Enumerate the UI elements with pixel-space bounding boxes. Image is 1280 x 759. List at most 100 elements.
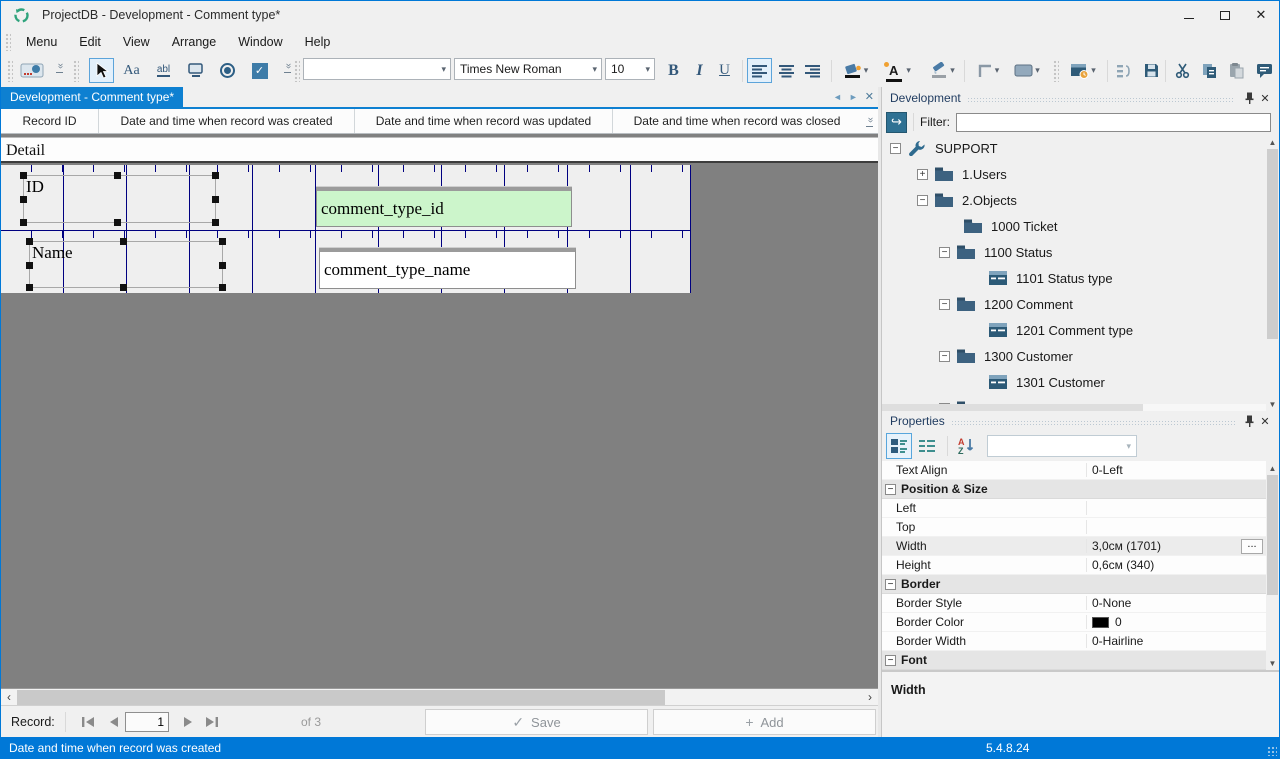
selection-handle[interactable]	[20, 172, 27, 179]
column-header-record-id[interactable]: Record ID	[1, 109, 99, 133]
close-panel-icon[interactable]: ✕	[1257, 413, 1273, 429]
underline-button[interactable]: U	[712, 58, 737, 83]
collapse-icon[interactable]: −	[885, 578, 896, 590]
selection-handle[interactable]	[120, 238, 127, 245]
tree-item-customer[interactable]: 1301 Customer	[882, 369, 1279, 395]
align-left-button[interactable]	[747, 58, 772, 83]
collapse-icon[interactable]: −	[939, 298, 950, 310]
font-family-combobox[interactable]: Times New Roman ▾	[454, 58, 602, 80]
selection-handle[interactable]	[20, 219, 27, 226]
design-surface[interactable]: Detail ID comment_type_id Name comment_t…	[1, 134, 878, 688]
cut-button[interactable]	[1170, 58, 1195, 83]
menu-grip[interactable]	[5, 33, 11, 51]
tab-development-comment-type[interactable]: Development - Comment type*	[1, 87, 184, 107]
scroll-down-icon[interactable]: ▼	[1266, 397, 1279, 411]
collapse-icon[interactable]: −	[939, 246, 950, 258]
property-category-position-size[interactable]: − Position & Size	[882, 480, 1279, 499]
property-row-left[interactable]: Left	[882, 499, 1279, 518]
expand-icon[interactable]: +	[917, 168, 928, 180]
toolbar-grip[interactable]	[294, 60, 300, 82]
scroll-up-icon[interactable]: ▲	[1266, 461, 1279, 475]
list-view-button[interactable]	[914, 433, 940, 459]
previous-record-button[interactable]	[103, 711, 125, 733]
toolbar-grip[interactable]	[7, 60, 13, 82]
collapse-icon[interactable]: −	[885, 483, 896, 495]
categorized-view-button[interactable]	[886, 433, 912, 459]
property-row-text-align[interactable]: Text Align 0-Left	[882, 461, 1279, 480]
menu-item-help[interactable]: Help	[294, 29, 342, 55]
property-object-combobox[interactable]: ▾	[987, 435, 1137, 457]
filter-input[interactable]	[956, 112, 1271, 132]
italic-button[interactable]: I	[687, 58, 712, 83]
save-record-button[interactable]: ✓ Save	[425, 709, 648, 735]
fill-color-button[interactable]: ▾	[837, 58, 875, 83]
sort-alphabetical-button[interactable]: A Z	[953, 433, 979, 459]
align-right-button[interactable]	[800, 58, 825, 83]
tree-scrollbar[interactable]: ▲ ▼	[1266, 135, 1279, 411]
button-tool-button[interactable]	[183, 58, 208, 83]
collapse-icon[interactable]: −	[885, 654, 896, 666]
comment-type-id-field[interactable]: comment_type_id	[316, 187, 572, 227]
menu-item-arrange[interactable]: Arrange	[161, 29, 227, 55]
name-label[interactable]: Name	[26, 238, 226, 291]
design-grid[interactable]: ID comment_type_id Name comment_type_nam…	[1, 165, 691, 293]
structure-view-button[interactable]	[1111, 58, 1136, 83]
menu-item-window[interactable]: Window	[227, 29, 293, 55]
toolbar-overflow-chevron-icon[interactable]: »	[281, 62, 294, 73]
id-label[interactable]: ID	[20, 172, 219, 226]
column-header-closed[interactable]: Date and time when record was closed	[613, 109, 861, 133]
property-row-border-width[interactable]: Border Width 0-Hairline	[882, 632, 1279, 651]
toolbar-grip[interactable]	[73, 60, 79, 82]
checkbox-tool-button[interactable]: ✓	[247, 58, 272, 83]
tree-item-comment[interactable]: − 1200 Comment	[882, 291, 1279, 317]
tree-item-status[interactable]: − 1100 Status	[882, 239, 1279, 265]
maximize-button[interactable]	[1207, 1, 1243, 29]
pin-icon[interactable]	[1241, 90, 1257, 106]
copy-button[interactable]	[1197, 58, 1222, 83]
tree-item-users[interactable]: + 1.Users	[882, 161, 1279, 187]
insert-image-button[interactable]	[19, 58, 45, 83]
selection-handle[interactable]	[20, 196, 27, 203]
menu-item-view[interactable]: View	[112, 29, 161, 55]
horizontal-scrollbar[interactable]: ‹ ›	[1, 688, 878, 705]
tree-item-status-type[interactable]: 1101 Status type	[882, 265, 1279, 291]
font-color-button[interactable]: A ▾	[881, 58, 919, 83]
toolbar-grip[interactable]	[1053, 60, 1059, 82]
selection-handle[interactable]	[26, 238, 33, 245]
tree-item-support[interactable]: − SUPPORT	[882, 135, 1279, 161]
comment-type-name-field[interactable]: comment_type_name	[319, 248, 576, 289]
border-lines-button[interactable]: ▾	[969, 58, 1007, 83]
add-record-button[interactable]: + Add	[653, 709, 876, 735]
paste-button[interactable]	[1224, 58, 1249, 83]
property-row-height[interactable]: Height 0,6см (340)	[882, 556, 1279, 575]
comments-button[interactable]	[1252, 58, 1277, 83]
save-button[interactable]	[1139, 58, 1164, 83]
pin-icon[interactable]	[1241, 413, 1257, 429]
property-category-font[interactable]: − Font	[882, 651, 1279, 670]
scroll-down-icon[interactable]: ▼	[1266, 656, 1279, 670]
tree-item-objects[interactable]: − 2.Objects	[882, 187, 1279, 213]
selection-handle[interactable]	[26, 262, 33, 269]
radiobutton-tool-button[interactable]	[215, 58, 240, 83]
tree-item-customer-folder[interactable]: − 1300 Customer	[882, 343, 1279, 369]
selection-handle[interactable]	[212, 172, 219, 179]
next-record-button[interactable]	[177, 711, 199, 733]
close-button[interactable]: ✕	[1243, 1, 1279, 29]
collapse-icon[interactable]: −	[939, 350, 950, 362]
minimize-button[interactable]	[1171, 1, 1207, 29]
menu-item-menu[interactable]: Menu	[15, 29, 68, 55]
selection-handle[interactable]	[212, 196, 219, 203]
tree-item-comment-type[interactable]: 1201 Comment type	[882, 317, 1279, 343]
navigate-button[interactable]: ↪	[886, 111, 907, 133]
properties-scrollbar[interactable]: ▲ ▼	[1266, 461, 1279, 670]
collapse-icon[interactable]: −	[890, 142, 901, 154]
select-tool-button[interactable]	[89, 58, 114, 83]
bold-button[interactable]: B	[661, 58, 686, 83]
scroll-up-icon[interactable]: ▲	[1266, 135, 1279, 149]
selection-handle[interactable]	[114, 172, 121, 179]
collapse-icon[interactable]: −	[917, 194, 928, 206]
selection-handle[interactable]	[219, 238, 226, 245]
property-row-border-color[interactable]: Border Color 0	[882, 613, 1279, 632]
label-tool-button[interactable]: Aa	[119, 58, 144, 83]
scrollbar-thumb[interactable]	[882, 404, 1144, 411]
